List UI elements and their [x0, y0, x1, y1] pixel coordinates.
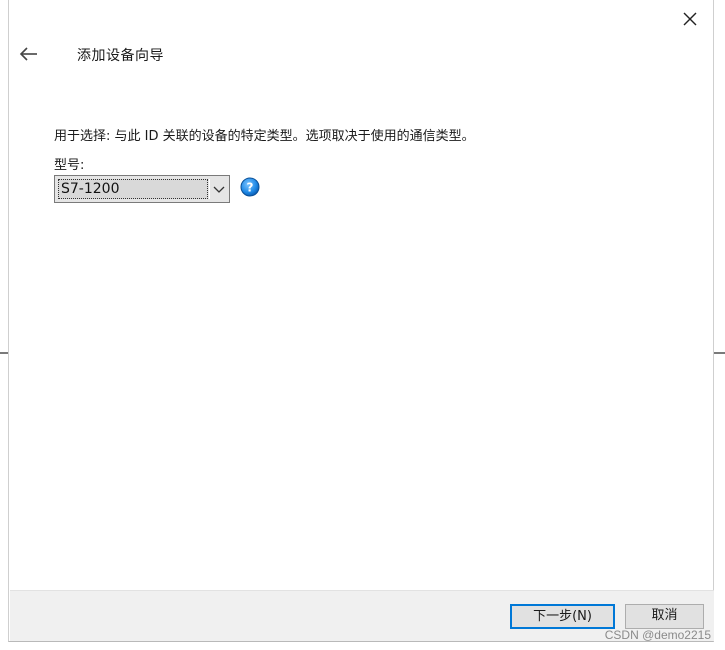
model-label: 型号:: [54, 158, 85, 173]
model-select[interactable]: S7-1200: [54, 175, 230, 203]
screen: 添加设备向导 用于选择: 与此 ID 关联的设备的特定类型。选项取决于使用的通信…: [0, 0, 725, 650]
model-focus-box: S7-1200: [58, 179, 208, 199]
svg-text:?: ?: [247, 181, 254, 195]
background-divider-left: [0, 352, 8, 354]
model-select-separator: [209, 179, 210, 199]
dialog-title: 添加设备向导: [77, 48, 164, 64]
cancel-button[interactable]: 取消: [625, 604, 704, 629]
help-icon[interactable]: ?: [240, 177, 260, 197]
background-divider-right: [714, 352, 725, 354]
add-device-wizard-dialog: 添加设备向导 用于选择: 与此 ID 关联的设备的特定类型。选项取决于使用的通信…: [8, 0, 714, 642]
model-select-value: S7-1200: [61, 181, 120, 197]
close-button[interactable]: [677, 6, 703, 32]
description-text: 用于选择: 与此 ID 关联的设备的特定类型。选项取决于使用的通信类型。: [54, 129, 475, 144]
next-button[interactable]: 下一步(N): [510, 604, 615, 629]
close-icon: [683, 12, 697, 26]
chevron-down-icon[interactable]: [211, 180, 227, 198]
back-arrow-icon: [19, 47, 37, 61]
back-button[interactable]: [17, 43, 41, 65]
watermark: CSDN @demo2215: [604, 628, 711, 642]
